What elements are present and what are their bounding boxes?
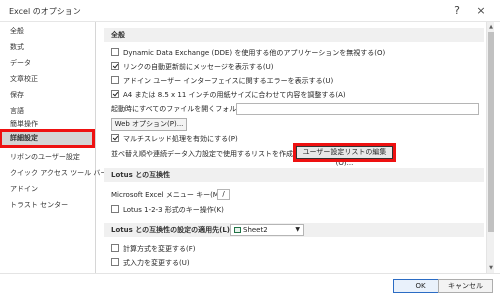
vertical-scrollbar[interactable]: ▲ ▼ [486, 22, 494, 273]
checkbox[interactable] [111, 76, 119, 84]
checkbox[interactable] [111, 134, 119, 142]
web-options-button[interactable]: Web オプション(P)... [111, 118, 187, 131]
checkbox[interactable] [111, 48, 119, 56]
sidebar-item-addins[interactable]: アドイン [2, 183, 92, 196]
checkbox[interactable] [111, 244, 119, 252]
window-title: Excel のオプション [9, 7, 81, 16]
checkbox[interactable] [111, 258, 119, 266]
cancel-button[interactable]: キャンセル [438, 279, 493, 293]
chevron-down-icon: ▼ [295, 226, 300, 233]
option-lotus-nav-keys[interactable]: Lotus 1-2-3 形式のキー操作(K) [111, 204, 224, 216]
sidebar: 全般 数式 データ 文章校正 保存 言語 簡単操作 詳細設定 リボンのユーザー設… [0, 22, 107, 273]
sidebar-item-accessibility[interactable]: 簡単操作 [2, 118, 92, 131]
sidebar-item-general[interactable]: 全般 [2, 25, 92, 38]
sidebar-item-formulas[interactable]: 数式 [2, 41, 92, 54]
option-scale-a4-letter[interactable]: A4 または 8.5 x 11 インチの用紙サイズに合わせて内容を調整する(A) [111, 89, 346, 101]
help-button[interactable]: ? [448, 3, 466, 19]
checkbox[interactable] [111, 62, 119, 70]
sheet-icon [234, 227, 241, 233]
sidebar-item-save[interactable]: 保存 [2, 89, 92, 102]
option-transition-formula-eval[interactable]: 計算方式を変更する(F) [111, 243, 196, 255]
sidebar-item-language[interactable]: 言語 [2, 105, 92, 118]
options-content: 全般 Dynamic Data Exchange (DDE) を使用する他のアプ… [97, 22, 492, 273]
menu-key-input[interactable]: / [217, 189, 230, 200]
sheet-select[interactable]: Sheet2 ▼ [230, 224, 304, 236]
checkbox[interactable] [111, 90, 119, 98]
close-button[interactable]: × [472, 3, 490, 19]
menu-key-label: Microsoft Excel メニュー キー(M): [111, 191, 224, 199]
section-header-lotus: Lotus との互換性 [104, 168, 484, 182]
checkbox[interactable] [111, 205, 119, 213]
custom-list-label: 並べ替え順や連続データ入力設定で使用するリストを作成します: [111, 150, 317, 158]
dialog-footer: OK キャンセル [0, 273, 500, 296]
sidebar-item-customize-ribbon[interactable]: リボンのユーザー設定 [2, 151, 92, 164]
startup-folder-input[interactable] [236, 103, 479, 115]
section-header-general: 全般 [104, 28, 484, 42]
scroll-up-icon[interactable]: ▲ [487, 23, 495, 31]
option-show-addin-errors[interactable]: アドイン ユーザー インターフェイスに関するエラーを表示する(U) [111, 75, 333, 87]
edit-custom-lists-button[interactable]: ユーザー設定リストの編集(O)... [293, 143, 396, 167]
option-ignore-dde[interactable]: Dynamic Data Exchange (DDE) を使用する他のアプリケー… [111, 47, 385, 59]
scroll-thumb[interactable] [488, 32, 494, 232]
sidebar-item-advanced[interactable]: 詳細設定 [0, 129, 95, 148]
title-bar: Excel のオプション ? × [0, 0, 500, 22]
sidebar-item-quick-access-toolbar[interactable]: クイック アクセス ツール バー [2, 167, 107, 180]
sidebar-item-trust-center[interactable]: トラスト センター [2, 199, 92, 212]
sidebar-item-data[interactable]: データ [2, 57, 92, 70]
scroll-down-icon[interactable]: ▼ [487, 264, 495, 272]
option-transition-formula-entry[interactable]: 式入力を変更する(U) [111, 257, 190, 269]
option-ask-update-links[interactable]: リンクの自動更新前にメッセージを表示する(U) [111, 61, 273, 73]
option-multithread[interactable]: マルチスレッド処理を有効にする(P) [111, 133, 238, 145]
sidebar-item-proofing[interactable]: 文章校正 [2, 73, 92, 86]
